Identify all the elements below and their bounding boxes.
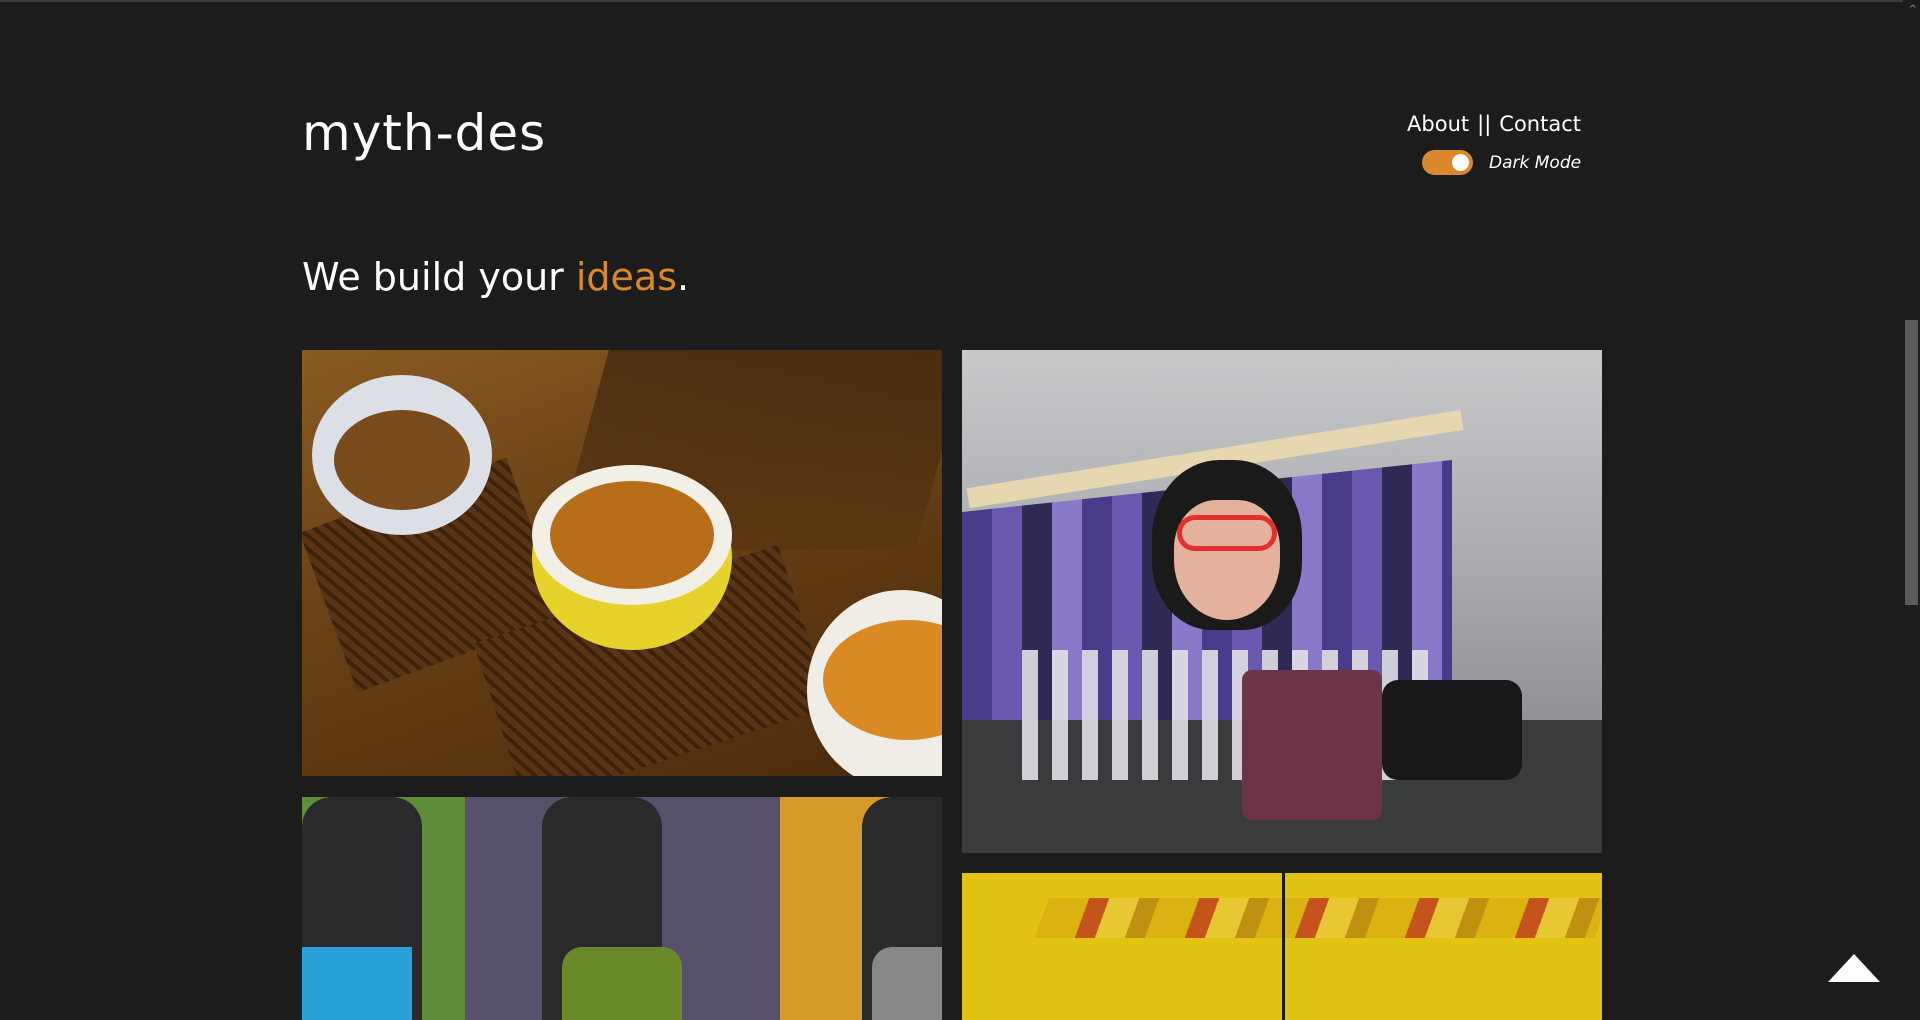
toggle-knob [1452, 154, 1469, 171]
tea-liquid [550, 481, 714, 589]
mural-backpack [1382, 680, 1522, 780]
tea-cup-white [312, 375, 492, 535]
top-border [0, 0, 1920, 2]
yellow-shelf [1034, 898, 1602, 938]
nav-separator: || [1477, 112, 1492, 136]
hero-accent: ideas [575, 255, 678, 299]
hero-prefix: We build your [302, 255, 576, 299]
tea-liquid [823, 620, 942, 740]
mural-bag [1242, 670, 1382, 820]
yellow-room-image[interactable] [962, 873, 1602, 1020]
mural-glasses [1177, 515, 1277, 551]
chevron-up-icon[interactable]: ^ [1909, 4, 1917, 15]
dark-mode-toggle-row: Dark Mode [1422, 150, 1581, 175]
tea-cup-yellow [532, 465, 732, 650]
hero-suffix: . [677, 255, 690, 299]
site-logo[interactable]: myth-des [302, 104, 546, 162]
yellow-pole [1282, 873, 1285, 1020]
nav-contact-link[interactable]: Contact [1499, 112, 1581, 136]
headphone-cup-green [562, 947, 682, 1020]
nav-about-link[interactable]: About [1407, 112, 1469, 136]
dark-mode-toggle[interactable] [1422, 150, 1473, 175]
tea-cups-image[interactable] [302, 350, 942, 776]
tea-liquid [334, 410, 470, 510]
mural-image[interactable] [962, 350, 1602, 853]
hero-heading: We build your ideas. [302, 255, 689, 299]
page-scrollbar[interactable]: ^ [1903, 0, 1920, 1020]
headphone-cup-silver [872, 947, 942, 1020]
headphone-cup-blue [302, 947, 412, 1020]
dark-mode-label: Dark Mode [1489, 152, 1582, 173]
tea-cup-right [807, 590, 942, 776]
headphones-image[interactable] [302, 797, 942, 1020]
arrow-up-icon[interactable] [1828, 954, 1880, 982]
top-nav: About || Contact [1407, 112, 1581, 136]
scrollbar-thumb[interactable] [1905, 320, 1918, 605]
